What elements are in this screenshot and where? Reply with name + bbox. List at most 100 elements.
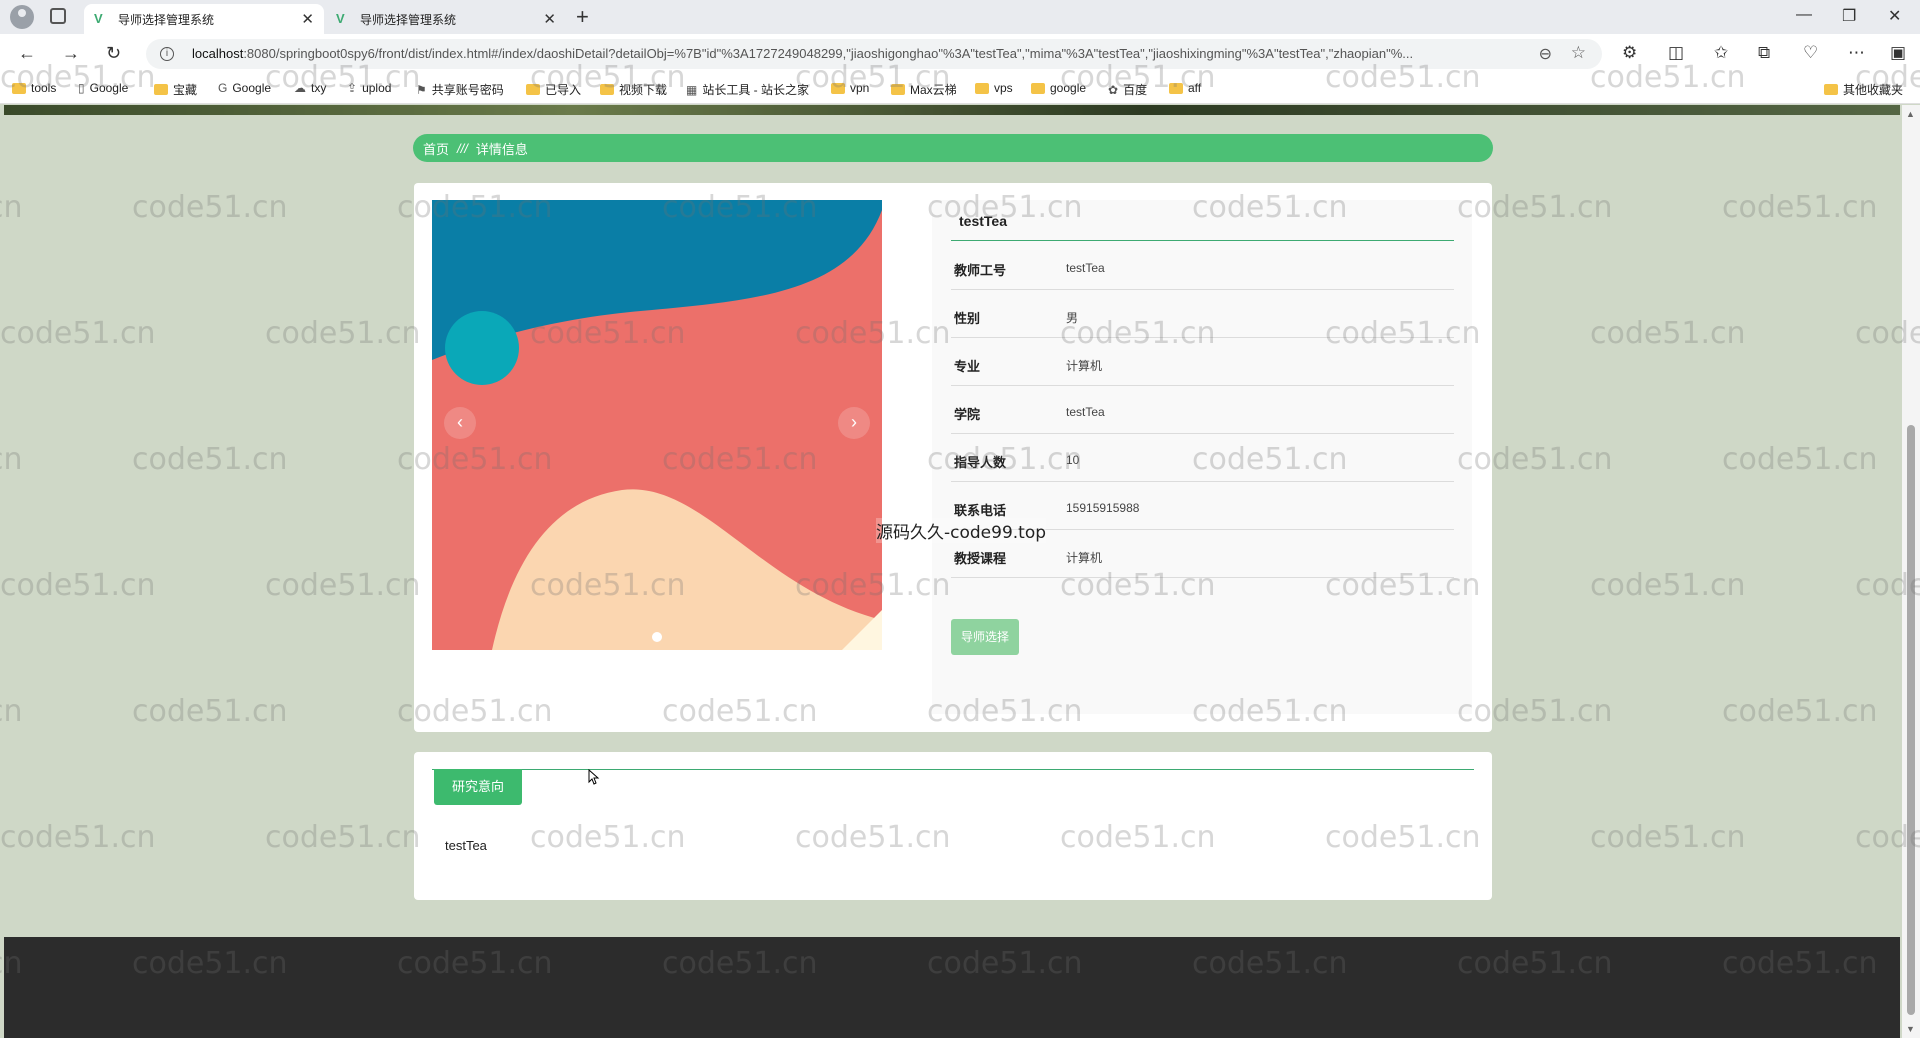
bookmark-item[interactable]: vps: [975, 81, 1013, 95]
bookmark-item[interactable]: aff: [1169, 81, 1201, 95]
bookmark-item[interactable]: 已导入: [526, 81, 581, 98]
teacher-info-panel: testTea 教师工号 testTea 性别 男 专业 计算机 学院 test…: [932, 200, 1472, 714]
folder-icon: [12, 82, 26, 94]
google-icon: G: [218, 81, 228, 95]
address-bar[interactable]: i localhost:8080/springboot0spy6/front/d…: [146, 39, 1602, 69]
carousel-next-button[interactable]: ›: [838, 407, 870, 439]
collections-icon[interactable]: ⧉: [1758, 43, 1770, 63]
bookmark-item[interactable]: ✿ 百度: [1108, 81, 1147, 98]
field-value: 男: [1066, 311, 1079, 325]
minimize-icon[interactable]: —: [1796, 6, 1812, 24]
page-scrollbar[interactable]: ▲ ▼: [1902, 105, 1920, 1038]
favorites-icon[interactable]: ✩: [1714, 43, 1728, 63]
folder-icon: [526, 84, 540, 95]
info-row-major: 专业 计算机: [951, 338, 1454, 386]
profile-icon[interactable]: [10, 5, 34, 29]
workspaces-icon[interactable]: [50, 8, 66, 24]
vue-logo-icon: V: [336, 11, 345, 26]
other-bookmarks[interactable]: 其他收藏夹: [1824, 81, 1903, 98]
scroll-down-icon[interactable]: ▼: [1906, 1024, 1915, 1034]
photo-carousel[interactable]: ‹ ›: [432, 200, 882, 650]
folder-icon: [1824, 84, 1838, 95]
site-info-icon[interactable]: i: [160, 47, 174, 61]
bookmark-label: 站长工具 - 站长之家: [702, 83, 810, 97]
bookmark-label: google: [1050, 81, 1087, 95]
bookmark-label: 宝藏: [173, 83, 198, 97]
more-menu-icon[interactable]: ⋯: [1848, 43, 1865, 63]
bookmarks-bar: tools ▯ Google 宝藏 G Google ☁ txy ⇪ uplod ⚑ 共享…: [0, 74, 1920, 104]
bookmark-item[interactable]: ▯ Google: [78, 81, 128, 95]
teacher-detail-card: ‹ › testTea 教师工号 testTea 性别 男 专业 计算机 学院 …: [414, 183, 1492, 732]
bookmark-item[interactable]: ☁ txy: [294, 81, 326, 95]
breadcrumb-home[interactable]: 首页: [423, 139, 449, 158]
bookmark-item[interactable]: ⇪ uplod: [347, 81, 391, 95]
sidebar-icon[interactable]: ▣: [1890, 43, 1906, 63]
folder-icon: [154, 84, 168, 95]
browser-essentials-icon[interactable]: ♡: [1803, 43, 1818, 63]
zoom-icon[interactable]: ⊖: [1539, 44, 1552, 64]
bookmark-item[interactable]: tools: [12, 81, 56, 95]
carousel-prev-button[interactable]: ‹: [444, 407, 476, 439]
tab-title: 导师选择管理系统: [118, 12, 215, 27]
share-icon: ⚑: [416, 82, 427, 97]
field-label: 教师工号: [954, 263, 1007, 278]
breadcrumb-current: 详情信息: [475, 141, 528, 157]
header-banner-strip: [4, 105, 1900, 115]
field-value: 10: [1066, 453, 1080, 467]
mouse-cursor-icon: [588, 769, 600, 785]
tab-title: 导师选择管理系统: [360, 12, 457, 27]
browser-tab-1[interactable]: V 导师选择管理系统 ✕: [84, 4, 324, 34]
restore-icon[interactable]: ❐: [1842, 6, 1856, 26]
field-value: 计算机: [1066, 359, 1103, 373]
reload-icon[interactable]: ↻: [106, 43, 121, 64]
bookmark-label: vpn: [850, 81, 870, 95]
research-content: testTea: [445, 838, 487, 853]
close-window-icon[interactable]: ✕: [1888, 6, 1901, 26]
select-advisor-button[interactable]: 导师选择: [951, 619, 1019, 655]
bookmark-item[interactable]: ▦ 站长工具 - 站长之家: [686, 81, 809, 98]
folder-icon: [831, 82, 845, 94]
bookmark-item[interactable]: vpn: [831, 81, 869, 95]
bookmark-item[interactable]: Max云梯: [891, 81, 957, 98]
bookmark-label: Google: [232, 81, 272, 95]
browser-tab-2[interactable]: V 导师选择管理系统 ✕: [326, 4, 566, 34]
site-icon: ▦: [686, 82, 698, 97]
tab-research-direction[interactable]: 研究意向: [434, 769, 522, 805]
carousel-indicator[interactable]: [652, 632, 662, 642]
field-label: 指导人数: [954, 455, 1007, 470]
back-icon[interactable]: ←: [18, 43, 36, 64]
field-label: 性别: [954, 311, 981, 326]
folder-icon: [1169, 82, 1183, 94]
bookmark-item[interactable]: ⚑ 共享账号密码: [416, 81, 504, 98]
bookmark-item[interactable]: 视频下载: [600, 81, 667, 98]
forward-icon[interactable]: →: [62, 43, 80, 64]
scroll-up-icon[interactable]: ▲: [1906, 109, 1915, 119]
info-row-gender: 性别 男: [951, 290, 1454, 338]
new-tab-icon[interactable]: +: [576, 4, 589, 30]
field-label: 教授课程: [954, 551, 1007, 566]
field-value: testTea: [1066, 405, 1105, 419]
bookmark-item[interactable]: google: [1031, 81, 1086, 95]
bookmark-label: vps: [994, 81, 1013, 95]
scrollbar-thumb[interactable]: [1907, 425, 1915, 1015]
split-screen-icon[interactable]: ◫: [1668, 43, 1684, 63]
baidu-icon: ✿: [1108, 82, 1119, 97]
url-host: localhost: [192, 46, 244, 61]
folder-icon: [600, 84, 614, 95]
favorite-star-icon[interactable]: ☆: [1571, 43, 1586, 63]
bookmark-item[interactable]: 宝藏: [154, 81, 197, 98]
bookmark-item[interactable]: G Google: [218, 81, 271, 95]
info-row-student-count: 指导人数 10: [951, 434, 1454, 482]
field-value: 计算机: [1066, 551, 1103, 565]
browser-tab-bar: V 导师选择管理系统 ✕ V 导师选择管理系统 ✕ + — ❐ ✕: [0, 0, 1920, 34]
url-text[interactable]: localhost:8080/springboot0spy6/front/dis…: [192, 46, 1512, 61]
info-row-teacher-id: 教师工号 testTea: [951, 242, 1454, 290]
page-icon: ▯: [78, 81, 85, 95]
extensions-icon[interactable]: ⚙: [1622, 43, 1637, 63]
overlay-watermark-text: 源码久久-code99.top: [876, 518, 1047, 543]
close-tab-icon[interactable]: ✕: [301, 10, 314, 28]
bookmark-label: aff: [1188, 81, 1202, 95]
close-tab-icon[interactable]: ✕: [543, 10, 556, 28]
bookmark-label: tools: [31, 81, 57, 95]
page-content: 首页 /// 详情信息 ‹ › testTea 教师工号 testTea 性别 …: [4, 105, 1900, 1038]
